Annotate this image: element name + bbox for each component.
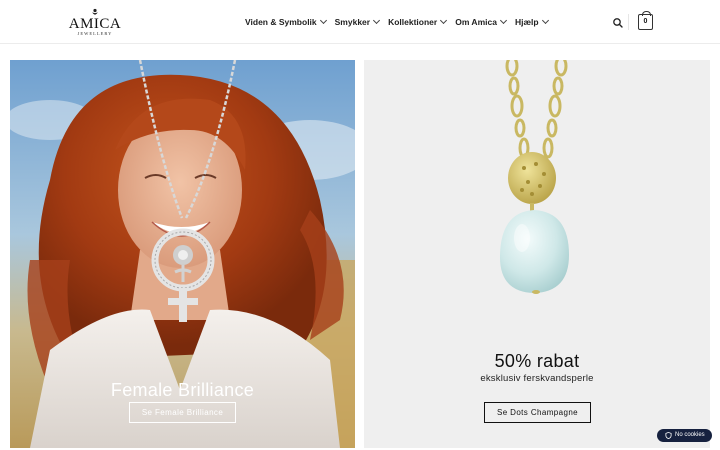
promo-subheadline: eksklusiv ferskvandsperle: [480, 373, 594, 384]
cookie-consent-button[interactable]: No cookies: [657, 429, 712, 442]
brand-name: AMICA: [68, 16, 122, 32]
see-dots-champagne-button[interactable]: Se Dots Champagne: [484, 402, 591, 423]
nav-item-label: Om Amica: [455, 17, 497, 27]
nav-item-label: Hjælp: [514, 17, 539, 27]
cart-count: 0: [643, 18, 648, 25]
cookie-consent-label: No cookies: [675, 432, 705, 438]
shield-icon: [665, 432, 672, 439]
nav-item-om-amica[interactable]: Om Amica: [455, 16, 507, 28]
main-nav: Viden & Symbolik Smykker Kollektioner Om…: [245, 16, 557, 28]
chevron-down-icon: [440, 16, 448, 25]
nav-item-kollektioner[interactable]: Kollektioner: [388, 16, 448, 28]
promo-card-dots-champagne[interactable]: 50% rabat eksklusiv ferskvandsperle Se D…: [364, 60, 710, 448]
chevron-down-icon: [541, 16, 549, 25]
site-header: AMICA JEWELLERY Viden & Symbolik Smykker…: [0, 0, 720, 44]
nav-item-smykker[interactable]: Smykker: [334, 16, 381, 28]
see-female-brilliance-button[interactable]: Se Female Brilliance: [129, 402, 236, 423]
brand-tagline: JEWELLERY: [77, 31, 113, 36]
promo-headline: 50% rabat: [494, 351, 580, 371]
brand-logo[interactable]: AMICA JEWELLERY: [68, 8, 122, 38]
promo-card-female-brilliance[interactable]: Female Brilliance Se Female Brilliance: [10, 60, 355, 448]
search-icon: [613, 18, 623, 28]
chevron-down-icon: [373, 16, 381, 25]
nav-item-label: Kollektioner: [388, 17, 438, 27]
product-photo-pearl-necklace: [499, 60, 569, 294]
nav-item-hjaelp[interactable]: Hjælp: [514, 16, 549, 28]
promo-headline: Female Brilliance: [110, 380, 255, 400]
nav-item-viden-symbolik[interactable]: Viden & Symbolik: [245, 16, 327, 28]
nav-item-label: Smykker: [334, 17, 371, 27]
chevron-down-icon: [319, 16, 327, 25]
header-divider: [628, 14, 629, 30]
nav-item-label: Viden & Symbolik: [245, 17, 317, 27]
cart-button[interactable]: 0: [638, 11, 653, 30]
chevron-down-icon: [499, 16, 507, 25]
search-button[interactable]: [612, 16, 624, 28]
